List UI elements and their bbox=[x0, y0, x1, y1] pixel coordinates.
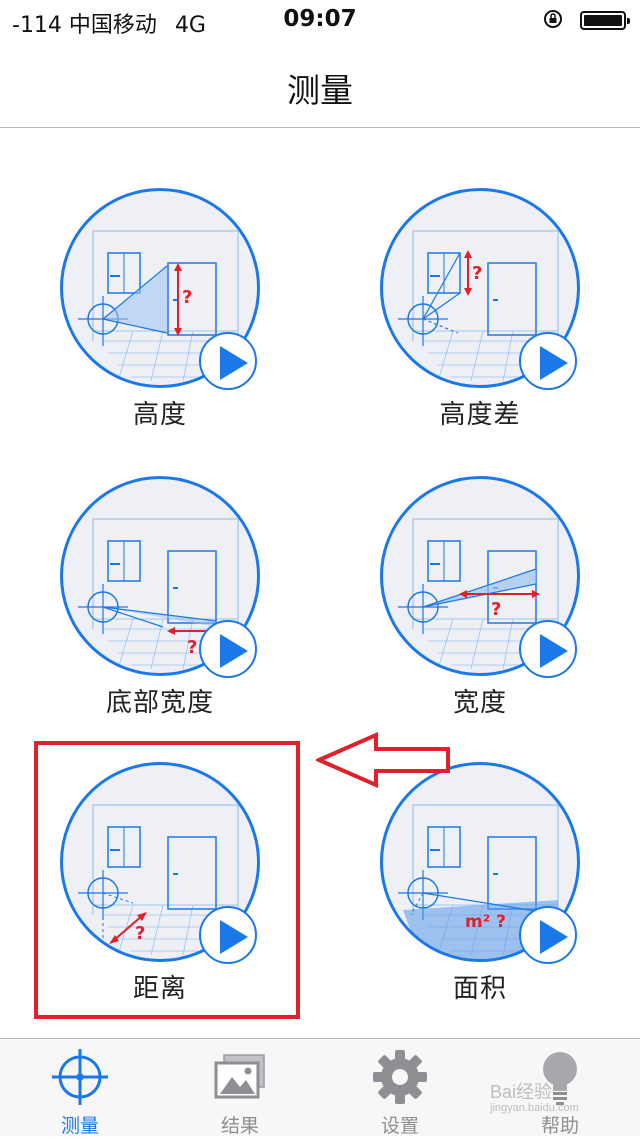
tab-measure-label: 测量 bbox=[60, 1115, 99, 1137]
photo-gallery-icon bbox=[214, 1054, 265, 1099]
play-icon bbox=[540, 346, 568, 380]
tool-tile[interactable]: ? 高度 bbox=[60, 188, 260, 438]
annotation-highlight-box bbox=[34, 741, 300, 1019]
tool-label: 高度差 bbox=[439, 400, 521, 430]
status-bar: -114 中国移动 4G 09:07 bbox=[0, 0, 640, 40]
tool-tile[interactable]: ? 高度差 bbox=[380, 188, 580, 438]
play-icon bbox=[220, 634, 248, 668]
watermark-text: Bai经验 bbox=[490, 1082, 553, 1102]
tool-tile[interactable]: ? 宽度 bbox=[380, 476, 580, 726]
watermark-url: jingyan.baidu.com bbox=[490, 1102, 579, 1114]
tool-tile[interactable]: m² ? 面积 bbox=[380, 762, 580, 1012]
play-icon bbox=[540, 920, 568, 954]
svg-text:m² ?: m² ? bbox=[465, 912, 506, 932]
svg-text:?: ? bbox=[472, 263, 482, 284]
tool-label: 面积 bbox=[452, 974, 507, 1004]
annotation-arrow-icon bbox=[316, 732, 450, 788]
tool-tile[interactable]: ? 底部宽度 bbox=[60, 476, 260, 726]
gear-icon bbox=[373, 1050, 427, 1104]
orientation-lock-icon bbox=[544, 10, 562, 28]
svg-text:?: ? bbox=[491, 599, 501, 620]
tab-results-label: 结果 bbox=[220, 1115, 259, 1137]
tool-label: 底部宽度 bbox=[105, 688, 214, 718]
svg-text:?: ? bbox=[187, 637, 197, 658]
tab-results[interactable]: 结果 bbox=[160, 1039, 320, 1137]
play-button[interactable] bbox=[199, 332, 257, 390]
crosshair-icon bbox=[52, 1049, 108, 1105]
play-icon bbox=[220, 346, 248, 380]
play-button[interactable] bbox=[519, 332, 577, 390]
play-icon bbox=[540, 634, 568, 668]
tab-settings-label: 设置 bbox=[380, 1115, 419, 1137]
page-title: 测量 bbox=[287, 71, 353, 110]
tool-label: 宽度 bbox=[452, 688, 507, 718]
tab-measure[interactable]: 测量 bbox=[0, 1039, 160, 1137]
play-button[interactable] bbox=[519, 906, 577, 964]
tool-label: 高度 bbox=[132, 400, 187, 430]
battery-icon bbox=[580, 11, 630, 30]
navigation-bar: 测量 bbox=[0, 40, 640, 128]
tab-help-label: 帮助 bbox=[540, 1115, 579, 1137]
play-button[interactable] bbox=[199, 620, 257, 678]
watermark: Bai经验 jingyan.baidu.com bbox=[490, 1078, 579, 1114]
svg-text:?: ? bbox=[182, 287, 192, 308]
tab-settings[interactable]: 设置 bbox=[320, 1039, 480, 1137]
play-button[interactable] bbox=[519, 620, 577, 678]
